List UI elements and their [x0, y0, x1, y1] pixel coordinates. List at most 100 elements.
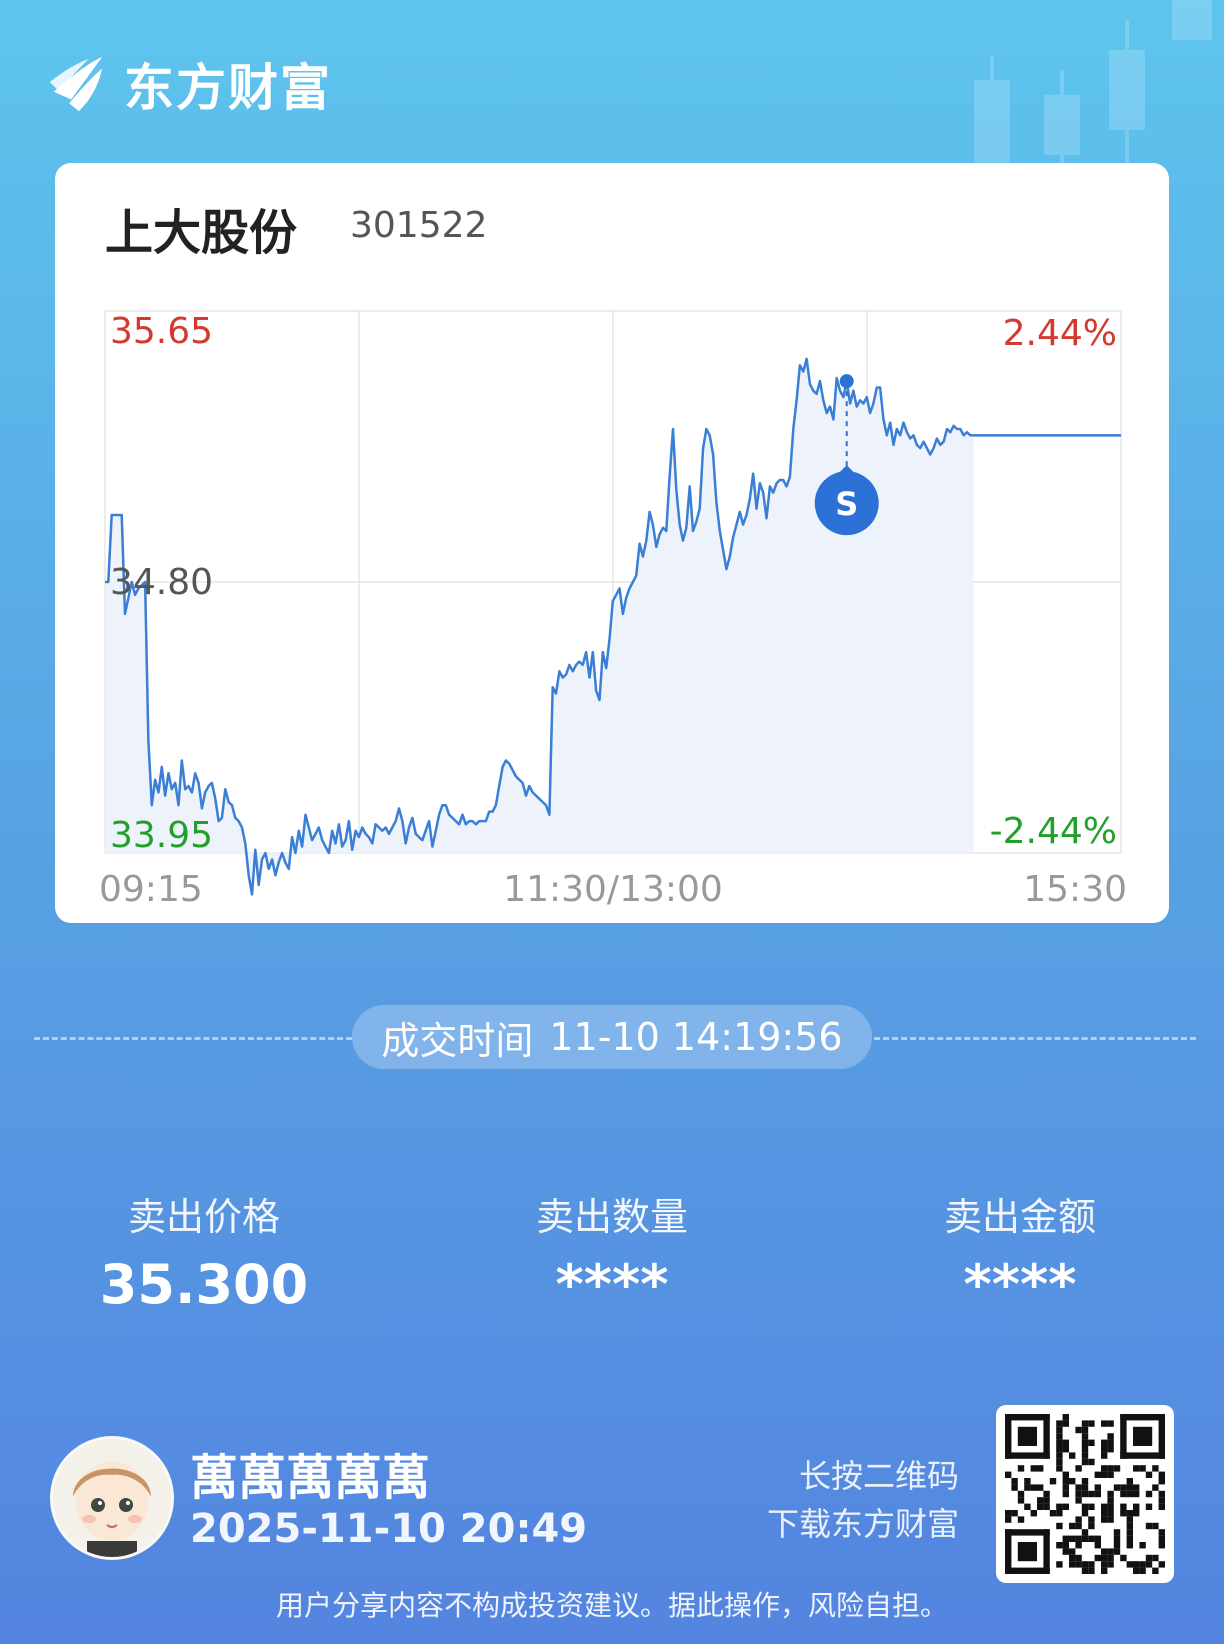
qr-module: [1094, 1535, 1101, 1542]
qr-module: [1139, 1542, 1146, 1549]
qr-module: [1107, 1561, 1114, 1568]
qr-module: [1120, 1554, 1127, 1562]
qr-module: [1101, 1516, 1108, 1523]
decorative-candles-icon: [974, 0, 1212, 180]
qr-module: [1075, 1426, 1082, 1434]
qr-module: [1126, 1510, 1133, 1517]
qr-module: [1081, 1458, 1089, 1466]
qr-module: [1101, 1503, 1108, 1510]
qr-module: [1126, 1561, 1133, 1568]
qr-module: [1152, 1567, 1159, 1574]
qr-module: [1030, 1484, 1037, 1491]
qr-module: [1120, 1484, 1127, 1491]
stock-chart-card[interactable]: 上大股份 301522 35.65 34.80 33.95 2.44% -2.44% 09…: [55, 163, 1169, 923]
qr-module: [1139, 1561, 1146, 1568]
qr-module: [1094, 1490, 1101, 1498]
qr-module: [1158, 1497, 1165, 1504]
qr-finder: [1120, 1414, 1127, 1459]
qr-module: [1011, 1484, 1018, 1491]
qr-module: [1056, 1439, 1063, 1446]
qr-module: [1062, 1446, 1069, 1453]
qr-module: [1101, 1554, 1108, 1562]
qr-module: [1152, 1465, 1159, 1472]
qr-module: [1075, 1535, 1082, 1542]
qr-module: [1081, 1503, 1089, 1510]
qr-module: [1081, 1452, 1089, 1459]
qr-module: [1133, 1561, 1140, 1568]
qr-finder: [1017, 1426, 1037, 1446]
qr-module: [1062, 1478, 1069, 1485]
qr-module: [1062, 1484, 1069, 1491]
disclaimer: 用户分享内容不构成投资建议。据此操作，风险自担。: [275, 1589, 948, 1622]
qr-finder: [1133, 1426, 1153, 1446]
divider-left: [34, 1037, 352, 1040]
qr-module: [1081, 1484, 1089, 1491]
qr-finder: [1120, 1452, 1165, 1459]
qr-code[interactable]: [996, 1405, 1174, 1583]
qr-module: [1113, 1484, 1121, 1491]
qr-module: [1056, 1458, 1063, 1466]
trade-time-pill: 成交时间 11-10 14:19:56: [352, 1005, 872, 1069]
qr-module: [1133, 1510, 1140, 1517]
qr-module: [1107, 1439, 1114, 1446]
qr-module: [1101, 1548, 1108, 1555]
qr-module: [1005, 1510, 1012, 1517]
username: 萬萬萬萬萬: [190, 1450, 431, 1506]
qr-module: [1030, 1510, 1037, 1517]
qr-module: [1069, 1554, 1076, 1562]
qr-module: [1158, 1471, 1165, 1478]
qr-module: [1062, 1503, 1069, 1510]
qr-module: [1094, 1484, 1101, 1491]
stat-label: 卖出数量: [535, 1195, 688, 1239]
stat-value: 35.300: [99, 1253, 309, 1316]
qr-hint-line1: 长按二维码: [798, 1457, 959, 1495]
qr-module: [1101, 1420, 1108, 1427]
qr-module: [1056, 1433, 1063, 1440]
qr-module: [1088, 1439, 1095, 1446]
qr-module: [1126, 1484, 1133, 1491]
eastmoney-logo-icon: [49, 56, 103, 112]
qr-module: [1158, 1561, 1165, 1568]
qr-module: [1056, 1420, 1063, 1427]
qr-module: [1062, 1535, 1069, 1542]
qr-module: [1075, 1490, 1082, 1498]
qr-module: [1062, 1548, 1069, 1555]
qr-module: [1158, 1529, 1165, 1536]
qr-finder: [1005, 1414, 1050, 1421]
qr-module: [1049, 1510, 1057, 1517]
qr-module: [1107, 1548, 1114, 1555]
qr-module: [1081, 1567, 1089, 1574]
qr-module: [1075, 1484, 1082, 1491]
qr-module: [1043, 1503, 1050, 1510]
sell-marker-label: S: [835, 485, 858, 523]
qr-module: [1126, 1542, 1133, 1549]
qr-module: [1133, 1465, 1140, 1472]
qr-module: [1081, 1433, 1089, 1440]
qr-module: [1017, 1490, 1025, 1498]
qr-module: [1088, 1561, 1095, 1568]
qr-module: [1017, 1516, 1025, 1523]
qr-module: [1107, 1497, 1114, 1504]
qr-module: [1126, 1478, 1133, 1485]
qr-module: [1101, 1452, 1108, 1459]
qr-module: [1056, 1503, 1063, 1510]
qr-module: [1075, 1465, 1082, 1472]
avatar-icon: [53, 1439, 171, 1557]
qr-module: [1139, 1465, 1146, 1472]
avatar[interactable]: [50, 1436, 174, 1560]
qr-code-icon: [1005, 1414, 1165, 1574]
trade-time-value: 11-10 14:19:56: [549, 1015, 843, 1059]
qr-module: [1056, 1522, 1063, 1530]
qr-module: [1088, 1516, 1095, 1523]
qr-module: [1081, 1478, 1089, 1485]
qr-module: [1062, 1471, 1069, 1478]
qr-module: [1145, 1522, 1153, 1530]
qr-module: [1088, 1458, 1095, 1466]
qr-module: [1088, 1522, 1095, 1530]
qr-module: [1081, 1535, 1089, 1542]
brand-name: 东方财富: [124, 59, 332, 117]
stat-sell-amount: 卖出金额 ****: [860, 1186, 1180, 1316]
qr-module: [1139, 1567, 1146, 1574]
qr-module: [1107, 1420, 1114, 1427]
qr-module: [1056, 1446, 1063, 1453]
